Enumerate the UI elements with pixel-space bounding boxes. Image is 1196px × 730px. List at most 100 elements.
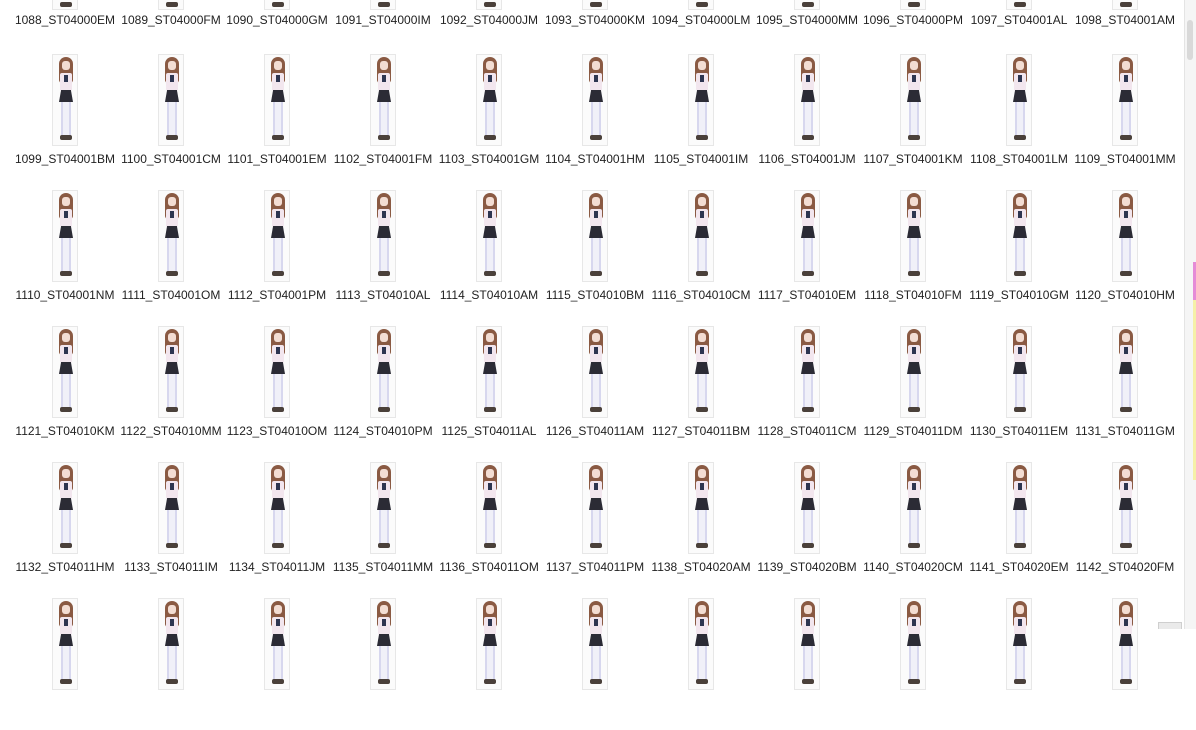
file-thumbnail-item[interactable]: 1138_ST04020AM <box>648 458 754 594</box>
scroll-thumb[interactable] <box>1187 20 1193 60</box>
file-thumbnail-item[interactable]: 1132_ST04011HM <box>12 458 118 594</box>
file-thumbnail-item[interactable]: 1129_ST04011DM <box>860 322 966 458</box>
file-thumbnail-item[interactable]: 1110_ST04001NM <box>12 186 118 322</box>
file-thumbnail-item[interactable]: 1108_ST04001LM <box>966 50 1072 186</box>
file-thumbnail-item[interactable] <box>754 594 860 730</box>
image-thumbnail-icon <box>900 0 926 10</box>
file-name-label: 1089_ST04000FM <box>121 13 221 27</box>
image-thumbnail-icon <box>582 462 608 554</box>
file-name-label: 1106_ST04001JM <box>758 152 856 166</box>
file-thumbnail-item[interactable]: 1091_ST04000IM <box>330 0 436 50</box>
file-name-label: 1141_ST04020EM <box>969 560 1069 574</box>
file-thumbnail-item[interactable]: 1090_ST04000GM <box>224 0 330 50</box>
file-thumbnail-item[interactable]: 1112_ST04001PM <box>224 186 330 322</box>
file-thumbnail-item[interactable]: 1134_ST04011JM <box>224 458 330 594</box>
file-thumbnail-item[interactable] <box>966 594 1072 730</box>
vertical-scrollbar[interactable] <box>1184 0 1196 629</box>
file-name-label: 1105_ST04001IM <box>653 152 749 166</box>
file-thumbnail-item[interactable]: 1098_ST04001AM <box>1072 0 1178 50</box>
file-thumbnail-item[interactable]: 1115_ST04010BM <box>542 186 648 322</box>
file-thumbnail-item[interactable]: 1124_ST04010PM <box>330 322 436 458</box>
file-name-label: 1130_ST04011EM <box>969 424 1069 438</box>
file-thumbnail-item[interactable] <box>648 594 754 730</box>
file-thumbnail-item[interactable]: 1116_ST04010CM <box>648 186 754 322</box>
file-thumbnail-item[interactable]: 1093_ST04000KM <box>542 0 648 50</box>
file-thumbnail-item[interactable]: 1140_ST04020CM <box>860 458 966 594</box>
file-thumbnail-item[interactable]: 1109_ST04001MM <box>1072 50 1178 186</box>
file-thumbnail-item[interactable]: 1094_ST04000LM <box>648 0 754 50</box>
file-name-label: 1104_ST04001HM <box>545 152 645 166</box>
file-thumbnail-item[interactable] <box>224 594 330 730</box>
file-name-label: 1125_ST04011AL <box>441 424 537 438</box>
image-thumbnail-icon <box>52 0 78 10</box>
file-name-label: 1098_ST04001AM <box>1074 13 1176 27</box>
file-thumbnail-item[interactable]: 1130_ST04011EM <box>966 322 1072 458</box>
file-name-label: 1112_ST04001PM <box>227 288 327 302</box>
image-thumbnail-icon <box>264 326 290 418</box>
file-name-label: 1093_ST04000KM <box>544 13 646 27</box>
file-thumbnail-item[interactable]: 1125_ST04011AL <box>436 322 542 458</box>
file-thumbnail-item[interactable]: 1097_ST04001AL <box>966 0 1072 50</box>
file-name-label: 1091_ST04000IM <box>335 13 431 27</box>
file-thumbnail-item[interactable]: 1127_ST04011BM <box>648 322 754 458</box>
file-thumbnail-item[interactable]: 1114_ST04010AM <box>436 186 542 322</box>
file-thumbnail-item[interactable]: 1102_ST04001FM <box>330 50 436 186</box>
file-thumbnail-item[interactable]: 1120_ST04010HM <box>1072 186 1178 322</box>
image-thumbnail-icon <box>370 326 396 418</box>
file-name-label: 1122_ST04010MM <box>120 424 222 438</box>
image-thumbnail-icon <box>158 54 184 146</box>
file-thumbnail-item[interactable]: 1131_ST04011GM <box>1072 322 1178 458</box>
file-thumbnail-item[interactable]: 1104_ST04001HM <box>542 50 648 186</box>
file-thumbnail-item[interactable]: 1141_ST04020EM <box>966 458 1072 594</box>
file-thumbnail-item[interactable]: 1128_ST04011CM <box>754 322 860 458</box>
file-thumbnail-item[interactable]: 1139_ST04020BM <box>754 458 860 594</box>
file-thumbnail-item[interactable]: 1111_ST04001OM <box>118 186 224 322</box>
file-thumbnail-item[interactable]: 1119_ST04010GM <box>966 186 1072 322</box>
file-thumbnail-item[interactable]: 1103_ST04001GM <box>436 50 542 186</box>
file-thumbnail-item[interactable]: 1096_ST04000PM <box>860 0 966 50</box>
file-thumbnail-item[interactable] <box>12 594 118 730</box>
file-thumbnail-item[interactable]: 1101_ST04001EM <box>224 50 330 186</box>
file-thumbnail-item[interactable]: 1136_ST04011OM <box>436 458 542 594</box>
file-thumbnail-item[interactable] <box>436 594 542 730</box>
image-thumbnail-icon <box>264 54 290 146</box>
file-thumbnail-item[interactable]: 1107_ST04001KM <box>860 50 966 186</box>
file-name-label: 1096_ST04000PM <box>862 13 964 27</box>
file-thumbnail-item[interactable]: 1121_ST04010KM <box>12 322 118 458</box>
file-thumbnail-item[interactable]: 1095_ST04000MM <box>754 0 860 50</box>
file-name-label: 1099_ST04001BM <box>14 152 116 166</box>
file-thumbnail-item[interactable]: 1092_ST04000JM <box>436 0 542 50</box>
file-thumbnail-item[interactable]: 1113_ST04010AL <box>330 186 436 322</box>
file-thumbnail-item[interactable]: 1135_ST04011MM <box>330 458 436 594</box>
file-name-label: 1137_ST04011PM <box>545 560 645 574</box>
file-thumbnail-item[interactable]: 1126_ST04011AM <box>542 322 648 458</box>
file-name-label: 1097_ST04001AL <box>970 13 1068 27</box>
file-name-label: 1135_ST04011MM <box>332 560 434 574</box>
file-thumbnail-item[interactable]: 1089_ST04000FM <box>118 0 224 50</box>
file-thumbnail-item[interactable]: 1137_ST04011PM <box>542 458 648 594</box>
file-thumbnail-item[interactable]: 1088_ST04000EM <box>12 0 118 50</box>
file-thumbnail-item[interactable]: 1105_ST04001IM <box>648 50 754 186</box>
image-thumbnail-icon <box>582 0 608 10</box>
file-thumbnail-item[interactable]: 1133_ST04011IM <box>118 458 224 594</box>
image-thumbnail-icon <box>1112 326 1138 418</box>
image-thumbnail-icon <box>264 462 290 554</box>
file-thumbnail-item[interactable] <box>1072 594 1178 730</box>
file-thumbnail-item[interactable]: 1142_ST04020FM <box>1072 458 1178 594</box>
file-thumbnail-item[interactable]: 1100_ST04001CM <box>118 50 224 186</box>
file-thumbnail-item[interactable]: 1118_ST04010FM <box>860 186 966 322</box>
file-name-label: 1132_ST04011HM <box>15 560 115 574</box>
file-thumbnail-item[interactable]: 1122_ST04010MM <box>118 322 224 458</box>
file-thumbnail-item[interactable]: 1123_ST04010OM <box>224 322 330 458</box>
file-thumbnail-item[interactable]: 1099_ST04001BM <box>12 50 118 186</box>
status-corner-indicator <box>1158 622 1182 629</box>
file-thumbnail-item[interactable] <box>330 594 436 730</box>
file-thumbnail-item[interactable]: 1117_ST04010EM <box>754 186 860 322</box>
image-thumbnail-icon <box>688 54 714 146</box>
file-thumbnail-item[interactable]: 1106_ST04001JM <box>754 50 860 186</box>
file-thumbnail-item[interactable] <box>118 594 224 730</box>
image-thumbnail-icon <box>476 462 502 554</box>
file-thumbnail-item[interactable] <box>860 594 966 730</box>
file-thumbnail-item[interactable] <box>542 594 648 730</box>
image-thumbnail-icon <box>476 0 502 10</box>
